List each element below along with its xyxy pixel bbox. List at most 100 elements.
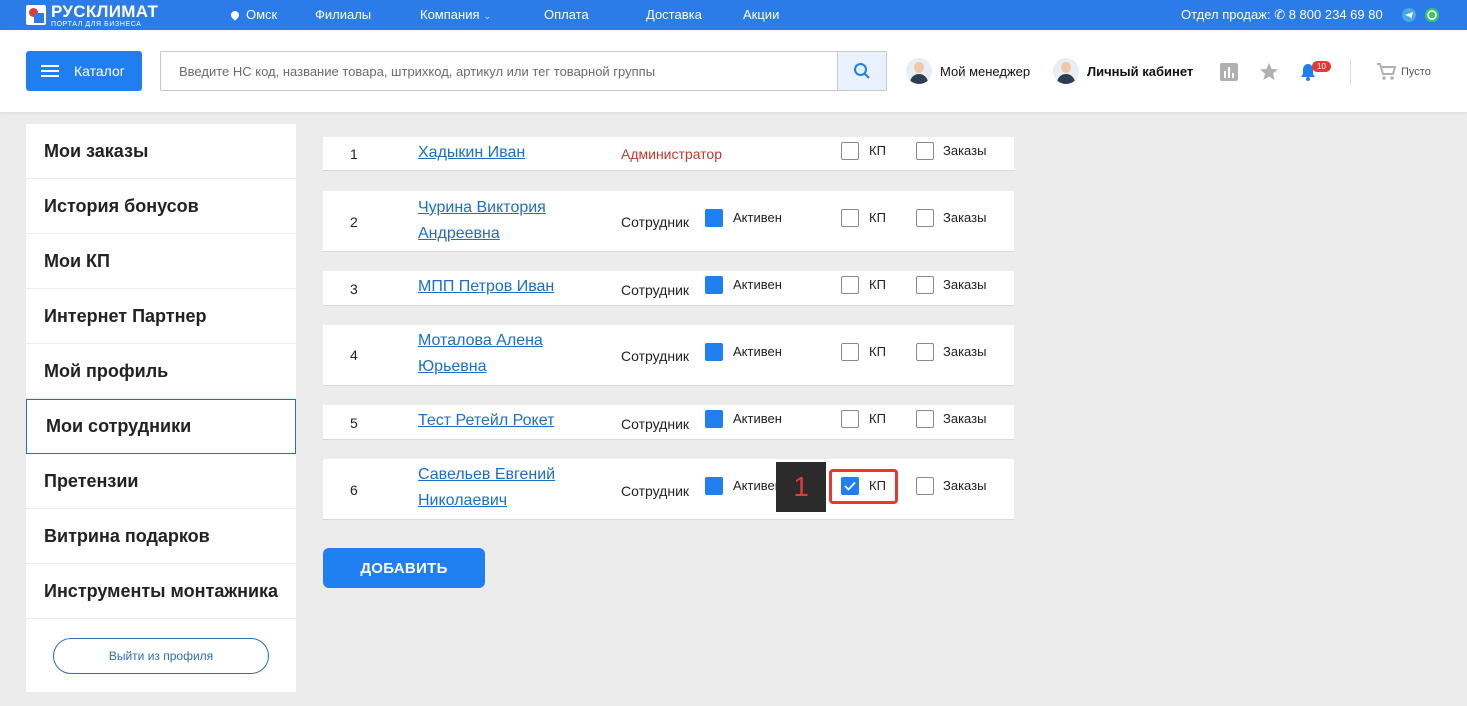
kp-checkbox[interactable] <box>841 209 859 227</box>
step-annotation-label: 1 <box>776 462 826 512</box>
search-input[interactable] <box>161 52 838 90</box>
employee-role: Сотрудник <box>621 214 690 230</box>
orders-label: Заказы <box>943 478 987 493</box>
employee-name-link[interactable]: Моталова Алена Юрьевна <box>418 328 598 380</box>
chevron-down-icon: ⌄ <box>483 11 492 21</box>
search-box <box>160 51 887 91</box>
kp-label: КП <box>869 277 886 292</box>
nav-link-branches[interactable]: Филиалы <box>315 7 371 22</box>
add-employee-button[interactable]: ДОБАВИТЬ <box>323 548 485 588</box>
active-checkbox[interactable] <box>705 477 723 495</box>
search-button[interactable] <box>837 52 886 90</box>
employee-number: 2 <box>350 214 358 230</box>
catalog-label: Каталог <box>74 63 125 79</box>
header: Каталог Мой менеджер Личный кабинет 10 П… <box>0 30 1467 112</box>
nav-link-payment[interactable]: Оплата <box>544 7 589 22</box>
personal-cabinet-link[interactable]: Личный кабинет <box>1053 58 1193 84</box>
nav-link-delivery[interactable]: Доставка <box>646 7 702 22</box>
kp-checkbox[interactable] <box>841 142 859 160</box>
employee-row: 5 Тест Ретейл Рокет Сотрудник Активен КП… <box>323 405 1014 440</box>
kp-label: КП <box>869 411 886 426</box>
employee-number: 4 <box>350 347 358 363</box>
orders-label: Заказы <box>943 411 987 426</box>
employee-row: 3 МПП Петров Иван Сотрудник Активен КП З… <box>323 271 1014 306</box>
header-divider <box>1350 59 1351 85</box>
employee-number: 1 <box>350 146 358 162</box>
orders-checkbox[interactable] <box>916 142 934 160</box>
top-bar: РУСКЛИМАТ ПОРТАЛ ДЛЯ БИЗНЕСА Омск Филиал… <box>0 0 1467 30</box>
logo-icon <box>26 5 46 25</box>
logo-name: РУСКЛИМАТ <box>51 1 159 21</box>
employee-role: Сотрудник <box>621 483 690 499</box>
kp-label: КП <box>869 344 886 359</box>
compare-chart-icon[interactable] <box>1220 63 1238 86</box>
orders-checkbox[interactable] <box>916 343 934 361</box>
active-checkbox[interactable] <box>705 209 723 227</box>
phone-icon: ✆ <box>1274 7 1286 22</box>
user-avatar <box>1053 58 1079 84</box>
sidebar-item-my-profile[interactable]: Мой профиль <box>26 344 296 399</box>
sidebar-item-bonus-history[interactable]: История бонусов <box>26 179 296 234</box>
orders-label: Заказы <box>943 143 987 158</box>
employee-number: 3 <box>350 281 358 297</box>
sales-phone[interactable]: 8 800 234 69 80 <box>1289 7 1383 22</box>
employee-name-link[interactable]: Тест Ретейл Рокет <box>418 408 618 434</box>
nav-link-promo[interactable]: Акции <box>743 7 779 22</box>
logout-button[interactable]: Выйти из профиля <box>53 638 269 674</box>
sidebar-item-installer-tools[interactable]: Инструменты монтажника <box>26 564 296 619</box>
favorites-star-icon[interactable] <box>1259 62 1279 87</box>
employee-number: 5 <box>350 415 358 431</box>
active-checkbox[interactable] <box>705 343 723 361</box>
orders-label: Заказы <box>943 277 987 292</box>
employee-row: 4 Моталова Алена Юрьевна Сотрудник Актив… <box>323 325 1014 386</box>
active-checkbox[interactable] <box>705 410 723 428</box>
sidebar-item-my-kp[interactable]: Мои КП <box>26 234 296 289</box>
employee-role: Сотрудник <box>621 282 690 298</box>
account-sidebar: Мои заказы История бонусов Мои КП Интерн… <box>26 124 296 692</box>
my-manager-link[interactable]: Мой менеджер <box>906 58 1030 84</box>
sales-department: Отдел продаж: ✆ 8 800 234 69 80 <box>1181 7 1383 23</box>
sidebar-item-my-employees[interactable]: Мои сотрудники <box>26 399 296 454</box>
employee-row: 6 Савельев Евгений Николаевич Сотрудник … <box>323 459 1014 520</box>
active-label: Активен <box>733 344 782 359</box>
kp-checkbox[interactable] <box>841 410 859 428</box>
catalog-button[interactable]: Каталог <box>26 51 142 91</box>
orders-label: Заказы <box>943 210 987 225</box>
sidebar-item-my-orders[interactable]: Мои заказы <box>26 124 296 179</box>
employee-role: Администратор <box>621 146 723 162</box>
employee-role: Сотрудник <box>621 416 690 432</box>
sidebar-item-internet-partner[interactable]: Интернет Партнер <box>26 289 296 344</box>
logo[interactable]: РУСКЛИМАТ ПОРТАЛ ДЛЯ БИЗНЕСА <box>26 1 159 28</box>
employee-number: 6 <box>350 482 358 498</box>
employee-name-link[interactable]: Савельев Евгений Николаевич <box>418 462 588 514</box>
orders-checkbox[interactable] <box>916 209 934 227</box>
search-icon <box>854 63 870 79</box>
active-checkbox[interactable] <box>705 276 723 294</box>
orders-checkbox[interactable] <box>916 477 934 495</box>
my-manager-label: Мой менеджер <box>940 63 1031 79</box>
kp-checkbox[interactable] <box>841 276 859 294</box>
sidebar-item-gift-showcase[interactable]: Витрина подарков <box>26 509 296 564</box>
kp-label: КП <box>869 210 886 225</box>
personal-cabinet-label: Личный кабинет <box>1087 63 1194 79</box>
employee-name-link[interactable]: Хадыкин Иван <box>418 140 598 166</box>
kp-label: КП <box>869 143 886 158</box>
city-selector[interactable]: Омск <box>229 7 277 22</box>
employee-name-link[interactable]: МПП Петров Иван <box>418 274 618 300</box>
sidebar-item-claims[interactable]: Претензии <box>26 454 296 509</box>
orders-checkbox[interactable] <box>916 410 934 428</box>
orders-checkbox[interactable] <box>916 276 934 294</box>
telegram-icon[interactable] <box>1402 8 1416 22</box>
employee-name-link[interactable]: Чурина Виктория Андреевна <box>418 195 598 247</box>
whatsapp-icon[interactable] <box>1425 8 1439 22</box>
employee-row: 2 Чурина Виктория Андреевна Сотрудник Ак… <box>323 191 1014 252</box>
manager-avatar <box>906 58 932 84</box>
nav-link-company-label: Компания <box>420 7 480 22</box>
cart-status[interactable]: Пусто <box>1401 66 1431 78</box>
nav-link-company[interactable]: Компания ⌄ <box>420 7 491 22</box>
employee-role: Сотрудник <box>621 348 690 364</box>
kp-checkbox[interactable] <box>841 343 859 361</box>
notifications-badge: 10 <box>1312 61 1331 72</box>
sales-label: Отдел продаж: <box>1181 7 1271 22</box>
cart-icon[interactable] <box>1377 63 1397 86</box>
